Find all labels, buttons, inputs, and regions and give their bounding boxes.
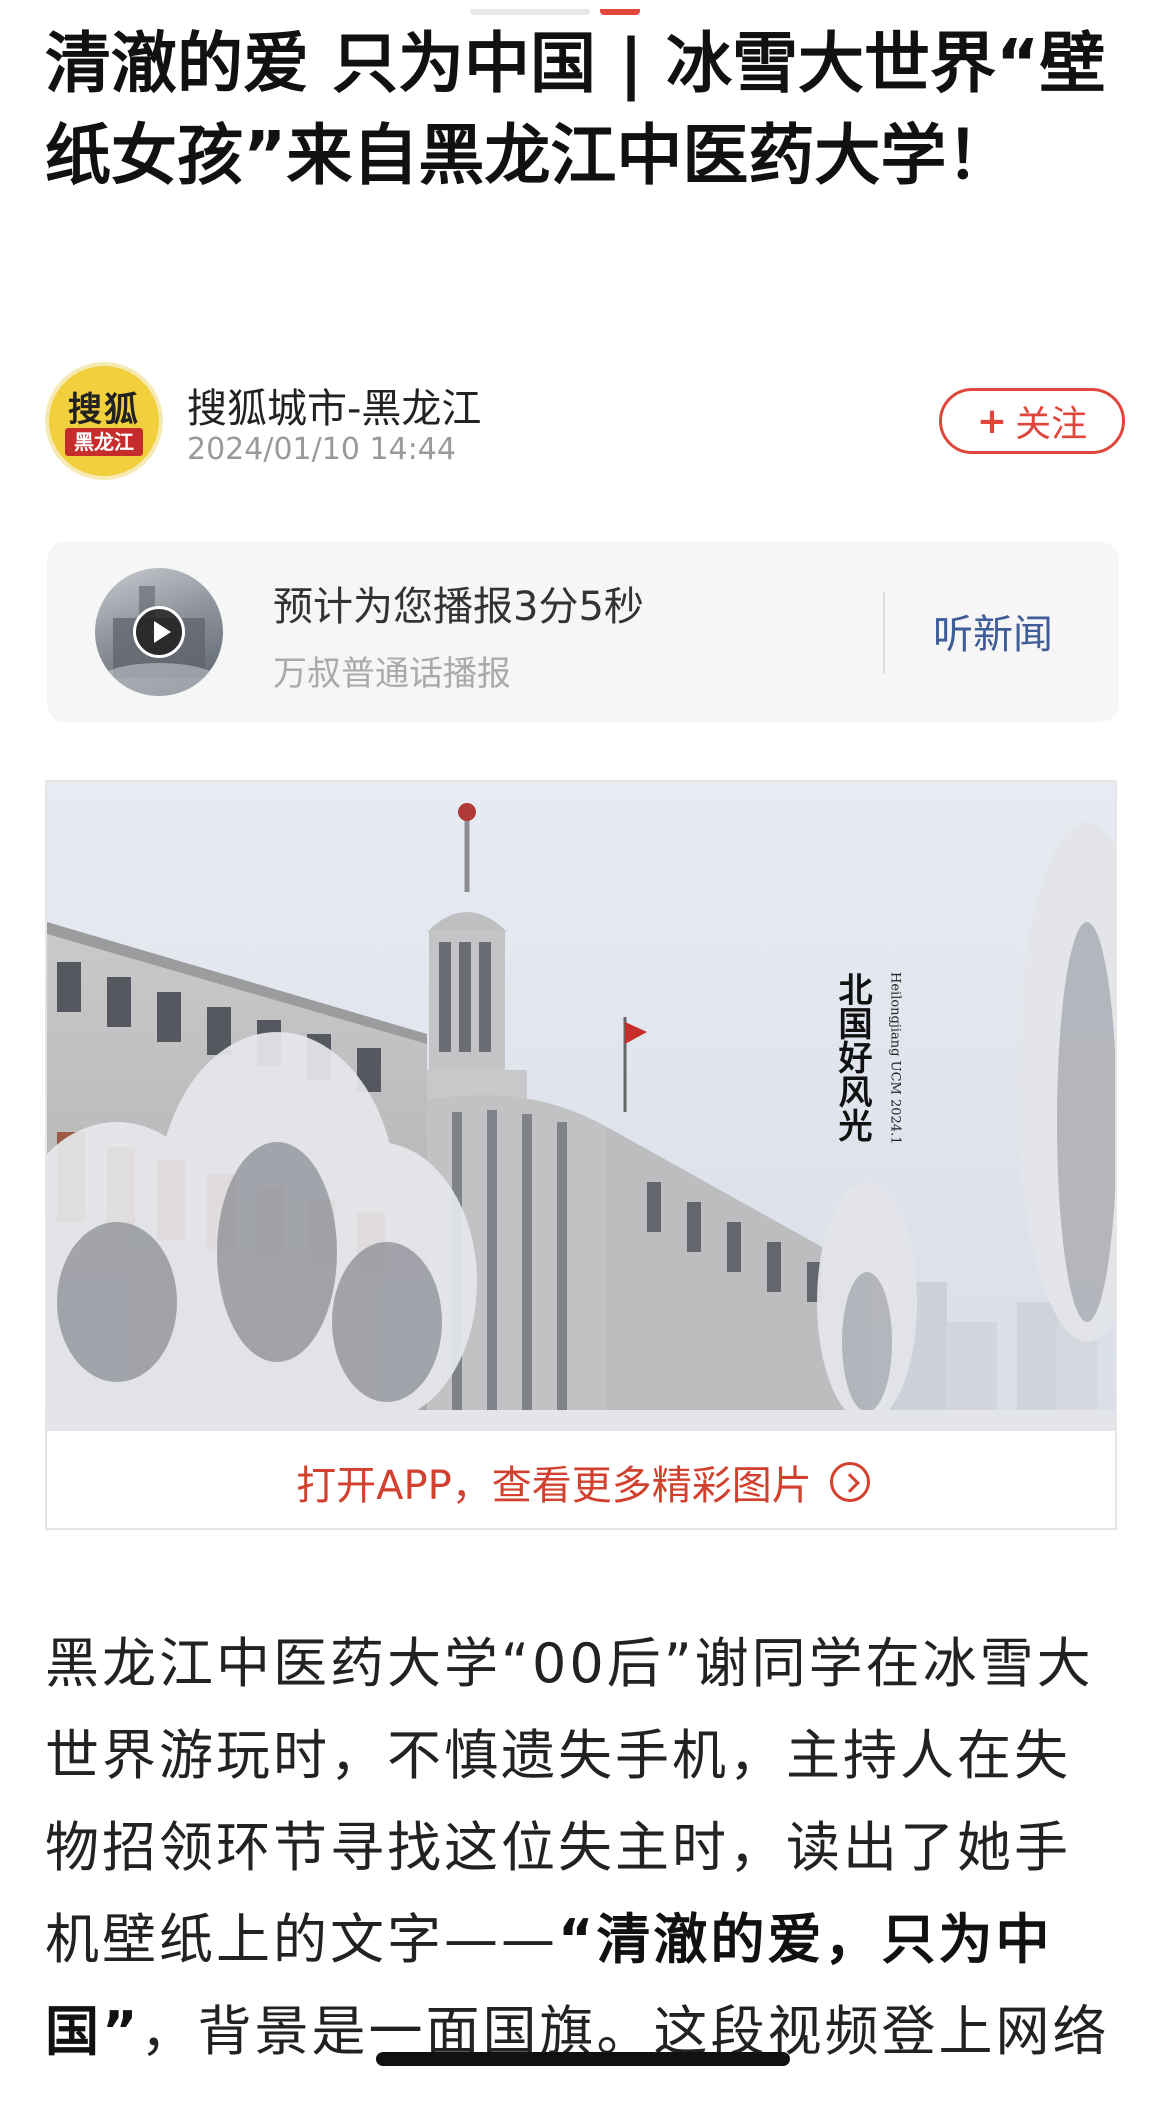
chevron-right-icon bbox=[829, 1461, 870, 1502]
article-photo[interactable]: 北国好风光 Heilongjiang UCM 2024.1 bbox=[47, 782, 1117, 1430]
listen-news-button[interactable]: 听新闻 bbox=[933, 602, 1053, 660]
open-app-text: 打开APP，查看更多精彩图片 bbox=[296, 1462, 812, 1509]
play-icon[interactable] bbox=[133, 606, 185, 658]
audio-player-card[interactable]: 预计为您播报3分5秒 万叔普通话播报 听新闻 bbox=[47, 542, 1119, 722]
author-name[interactable]: 搜狐城市-黑龙江 bbox=[187, 376, 481, 434]
divider bbox=[883, 592, 885, 674]
follow-label: 关注 bbox=[1015, 404, 1088, 445]
audio-voice-text: 万叔普通话播报 bbox=[273, 654, 511, 694]
plus-icon: + bbox=[976, 400, 1008, 442]
open-app-banner[interactable]: 打开APP，查看更多精彩图片 bbox=[47, 1430, 1115, 1528]
author-avatar[interactable]: 搜狐 黑龙江 bbox=[45, 362, 163, 480]
top-bar-remnant bbox=[470, 0, 680, 15]
thumbnail-snow bbox=[95, 663, 223, 696]
photo-overlay-small: Heilongjiang UCM 2024.1 bbox=[888, 972, 903, 1144]
audio-thumbnail[interactable] bbox=[95, 568, 223, 696]
photo-overlay-text: 北国好风光 bbox=[832, 972, 873, 1142]
avatar-badge: 黑龙江 bbox=[65, 428, 143, 456]
publish-date: 2024/01/10 14:44 bbox=[187, 432, 456, 467]
audio-duration-text: 预计为您播报3分5秒 bbox=[273, 584, 644, 630]
article-title: 清澈的爱 只为中国 | 冰雪大世界“壁纸女孩”来自黑龙江中医药大学！ bbox=[45, 25, 1106, 194]
follow-button[interactable]: + 关注 bbox=[939, 388, 1125, 454]
article-body-paragraph: 黑龙江中医药大学“00后”谢同学在冰雪大世界游玩时，不慎遗失手机，主持人在失物招… bbox=[45, 1618, 1125, 2078]
home-indicator[interactable] bbox=[376, 2052, 790, 2066]
avatar-logo-text: 搜狐 bbox=[68, 390, 140, 430]
article-image-block: 北国好风光 Heilongjiang UCM 2024.1 打开APP，查看更多… bbox=[45, 780, 1117, 1530]
author-row: 搜狐 黑龙江 搜狐城市-黑龙江 2024/01/10 14:44 + 关注 bbox=[45, 362, 1125, 482]
